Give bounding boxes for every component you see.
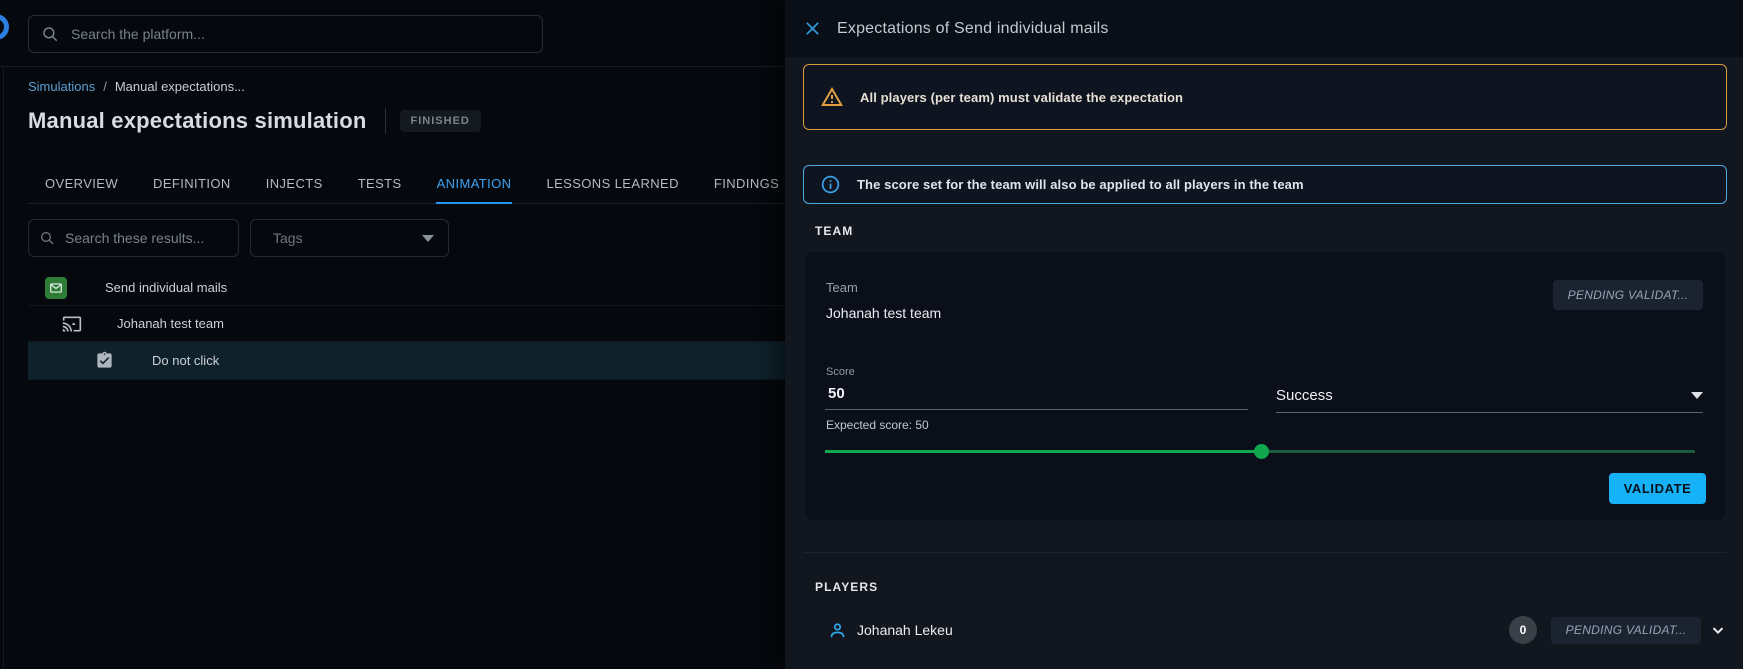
tags-filter-select[interactable]: Tags bbox=[250, 219, 449, 257]
breadcrumb-separator: / bbox=[103, 79, 107, 94]
tab-definition[interactable]: DEFINITION bbox=[152, 166, 232, 204]
validate-button[interactable]: VALIDATE bbox=[1609, 473, 1706, 504]
score-input-underline bbox=[825, 409, 1248, 410]
breadcrumb: Simulations / Manual expectations... bbox=[28, 79, 245, 94]
tab-injects[interactable]: INJECTS bbox=[265, 166, 324, 204]
player-status-badge: PENDING VALIDAT... bbox=[1551, 617, 1701, 644]
chevron-down-icon[interactable] bbox=[1709, 621, 1727, 639]
results-search-input[interactable] bbox=[63, 229, 228, 247]
app-window: Simulations / Manual expectations... Man… bbox=[0, 0, 1743, 669]
cast-icon bbox=[62, 314, 82, 334]
simulation-status-badge: FINISHED bbox=[400, 110, 481, 132]
results-search[interactable] bbox=[28, 219, 239, 257]
breadcrumb-current: Manual expectations... bbox=[115, 79, 245, 94]
page-title: Manual expectations simulation bbox=[28, 108, 367, 134]
players-section-heading: PLAYERS bbox=[815, 580, 878, 594]
tree-row-label: Johanah test team bbox=[117, 316, 224, 331]
result-select-value: Success bbox=[1276, 387, 1691, 404]
result-select[interactable]: Success bbox=[1276, 381, 1703, 409]
team-name-value: Johanah test team bbox=[826, 305, 941, 321]
tab-animation[interactable]: ANIMATION bbox=[436, 166, 513, 204]
warning-alert-text: All players (per team) must validate the… bbox=[860, 90, 1183, 105]
player-name: Johanah Lekeu bbox=[857, 622, 1509, 638]
slider-knob[interactable] bbox=[1254, 444, 1269, 459]
tab-overview[interactable]: OVERVIEW bbox=[44, 166, 119, 204]
email-icon bbox=[45, 277, 67, 299]
player-score-badge: 0 bbox=[1509, 616, 1537, 644]
app-logo-fragment[interactable] bbox=[0, 14, 9, 40]
slider-fill bbox=[825, 450, 1261, 453]
tab-lessons-learned[interactable]: LESSONS LEARNED bbox=[545, 166, 679, 204]
section-divider bbox=[803, 552, 1727, 553]
tree-row-inject[interactable]: Send individual mails bbox=[28, 270, 785, 306]
info-alert-text: The score set for the team will also be … bbox=[857, 177, 1304, 192]
animation-results-tree: Send individual mails Johanah test team … bbox=[28, 270, 785, 380]
search-icon bbox=[39, 230, 55, 246]
expectations-drawer: Expectations of Send individual mails Al… bbox=[785, 0, 1743, 669]
team-expectation-card: Team Johanah test team PENDING VALIDAT..… bbox=[805, 252, 1725, 520]
info-circle-icon bbox=[820, 174, 841, 195]
close-icon[interactable] bbox=[800, 17, 824, 41]
platform-search-input[interactable] bbox=[69, 25, 530, 43]
tree-row-team[interactable]: Johanah test team bbox=[28, 306, 785, 342]
team-status-badge: PENDING VALIDAT... bbox=[1553, 280, 1703, 310]
breadcrumb-simulations-link[interactable]: Simulations bbox=[28, 79, 95, 94]
team-section-heading: TEAM bbox=[815, 224, 853, 238]
score-field-label: Score bbox=[826, 366, 855, 378]
tree-row-label: Send individual mails bbox=[105, 280, 227, 295]
team-field-label: Team bbox=[826, 280, 858, 295]
tab-tests[interactable]: TESTS bbox=[357, 166, 403, 204]
player-row[interactable]: Johanah Lekeu 0 PENDING VALIDAT... bbox=[803, 608, 1727, 652]
left-rail-divider bbox=[3, 67, 4, 669]
score-slider[interactable] bbox=[825, 442, 1695, 460]
tab-findings[interactable]: FINDINGS bbox=[713, 166, 780, 204]
score-input[interactable] bbox=[826, 384, 1246, 403]
warning-alert: All players (per team) must validate the… bbox=[803, 64, 1727, 130]
drawer-header: Expectations of Send individual mails bbox=[785, 0, 1743, 57]
caret-down-icon bbox=[1691, 392, 1703, 399]
person-icon bbox=[828, 621, 847, 640]
top-bar bbox=[0, 0, 785, 67]
search-icon bbox=[41, 25, 59, 43]
caret-down-icon bbox=[422, 235, 434, 242]
task-check-icon bbox=[95, 351, 114, 370]
tree-row-expectation-selected[interactable]: Do not click bbox=[28, 342, 785, 380]
drawer-title: Expectations of Send individual mails bbox=[837, 20, 1109, 38]
expected-score-text: Expected score: 50 bbox=[826, 418, 929, 432]
title-divider bbox=[385, 108, 386, 134]
platform-search[interactable] bbox=[28, 15, 543, 53]
tags-filter-label: Tags bbox=[273, 230, 422, 246]
simulation-tabs: OVERVIEW DEFINITION INJECTS TESTS ANIMAT… bbox=[28, 166, 785, 204]
info-alert: The score set for the team will also be … bbox=[803, 165, 1727, 204]
warning-triangle-icon bbox=[820, 85, 844, 109]
result-select-underline bbox=[1276, 412, 1703, 413]
tree-row-label: Do not click bbox=[152, 353, 219, 368]
